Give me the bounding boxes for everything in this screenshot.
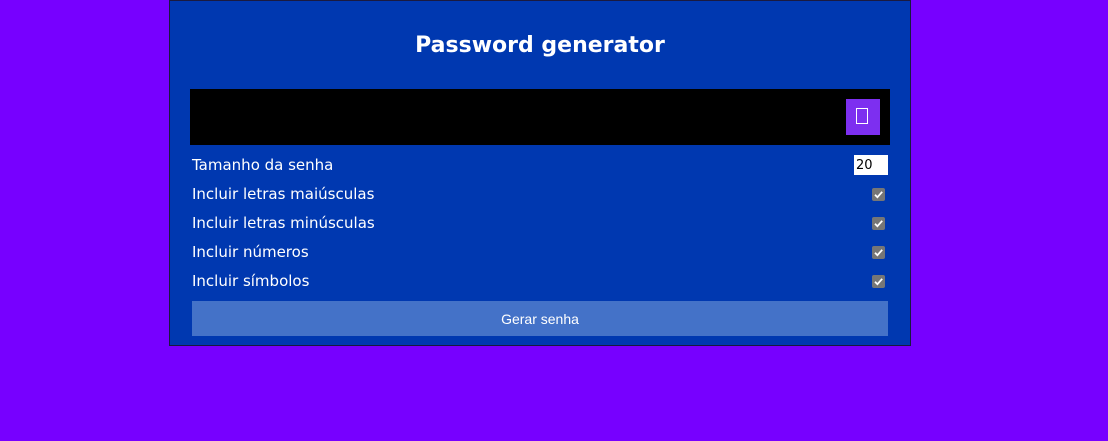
password-generator-card: Password generator Tamanho da senha Incl… — [169, 0, 911, 346]
numbers-checkbox[interactable] — [872, 246, 885, 259]
checkmark-icon — [874, 191, 883, 199]
setting-lowercase: Incluir letras minúsculas — [192, 209, 888, 238]
page-title: Password generator — [415, 33, 665, 58]
setting-uppercase: Incluir letras maiúsculas — [192, 180, 888, 209]
checkmark-icon — [874, 278, 883, 286]
length-input[interactable] — [854, 155, 888, 175]
copy-button[interactable] — [846, 99, 880, 135]
setting-length: Tamanho da senha — [192, 151, 888, 180]
checkmark-icon — [874, 220, 883, 228]
setting-numbers: Incluir números — [192, 238, 888, 267]
password-result-box — [190, 89, 890, 145]
copy-icon — [856, 108, 868, 124]
lowercase-label: Incluir letras minúsculas — [192, 214, 375, 232]
uppercase-label: Incluir letras maiúsculas — [192, 185, 375, 203]
numbers-label: Incluir números — [192, 243, 309, 261]
symbols-label: Incluir símbolos — [192, 272, 310, 290]
setting-symbols: Incluir símbolos — [192, 267, 888, 296]
length-label: Tamanho da senha — [192, 156, 334, 174]
generate-password-button[interactable]: Gerar senha — [192, 301, 888, 336]
uppercase-checkbox[interactable] — [872, 188, 885, 201]
lowercase-checkbox[interactable] — [872, 217, 885, 230]
symbols-checkbox[interactable] — [872, 275, 885, 288]
checkmark-icon — [874, 249, 883, 257]
